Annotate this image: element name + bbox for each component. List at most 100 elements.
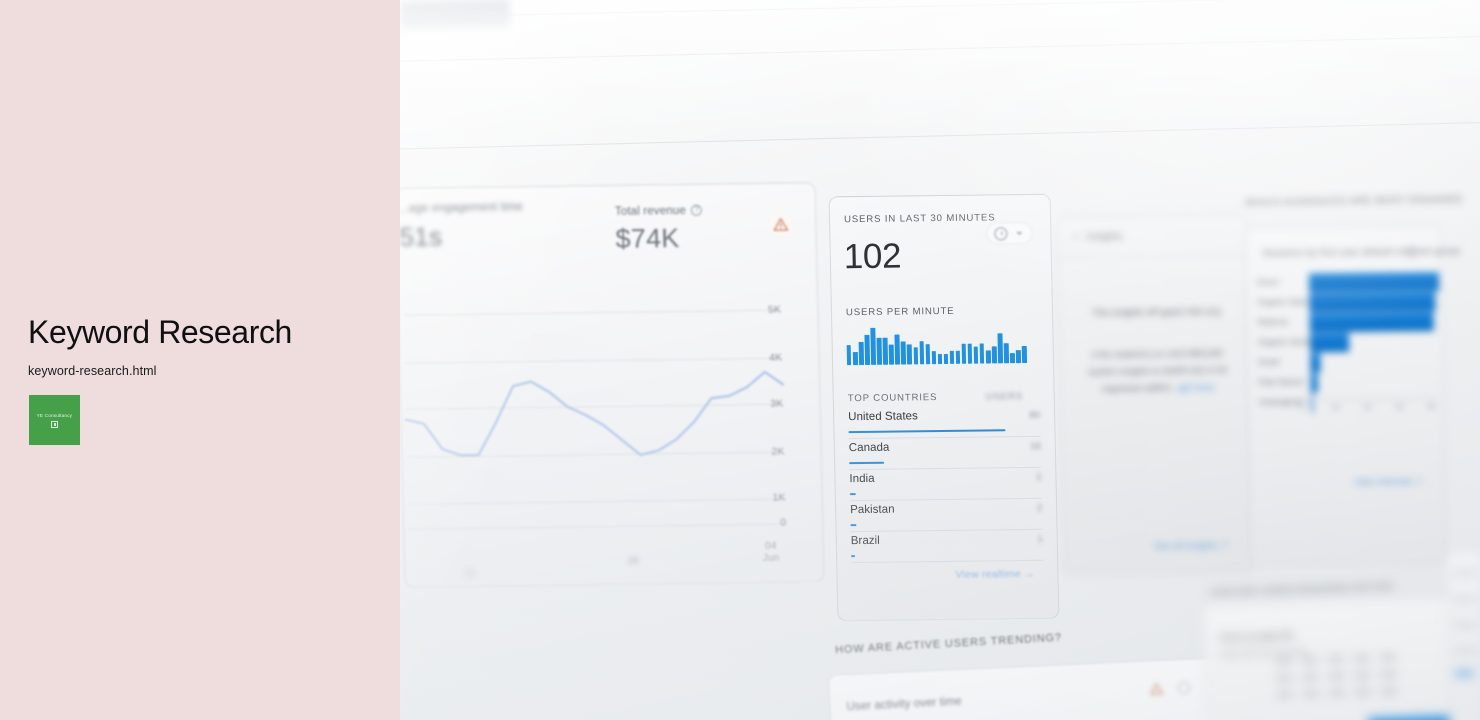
users-per-minute-bar: [919, 340, 925, 365]
users-per-minute-bar: [997, 333, 1003, 364]
users-per-minute-label: USERS PER MINUTE: [845, 305, 955, 319]
bar-chart-rows: Direct Organic Search Referral Organic Soci…: [1246, 226, 1440, 413]
insights-body: it the readmint j.io t.dn3 0801430 syste…: [1074, 345, 1241, 398]
country-bar: [849, 461, 884, 465]
x-tick-label: 40: [1363, 402, 1373, 412]
realtime-timeframe-control[interactable]: [986, 221, 1033, 245]
users-per-minute-bar: [985, 350, 991, 364]
grid-cell: [1327, 655, 1344, 663]
bar-chart-over-title: WHICH AUDIENCES ARE MOST ENGAGED: [1244, 194, 1463, 209]
grid-cell: [1276, 674, 1293, 682]
grid-cell: [1353, 655, 1370, 662]
realtime-users-card: USERS IN LAST 30 MINUTES 102 USERS PER M…: [828, 193, 1060, 622]
users-per-minute-bar: [907, 344, 913, 365]
country-row[interactable]: India 2: [849, 471, 1042, 504]
users-per-minute-bar: [979, 343, 985, 364]
users-per-minute-bar: [913, 347, 919, 365]
row-divider: [849, 497, 1042, 502]
channel-bar: [1310, 393, 1314, 413]
country-row[interactable]: Brazil 1: [851, 533, 1044, 566]
users-per-minute-bar: [961, 343, 967, 364]
channel-bar: [1310, 353, 1321, 373]
grid-cell: [1380, 671, 1397, 678]
channel-label: Direct: [1256, 277, 1280, 287]
insights-line-1: it the readmint j.io t.dn3 0801430: [1091, 348, 1223, 360]
grid-cell: [1354, 672, 1371, 679]
screen-glare-band: [400, 0, 1480, 150]
left-panel: Keyword Research keyword-research.html Y…: [0, 0, 400, 720]
grid-cell: [1276, 691, 1294, 698]
users-per-minute-bar: [846, 345, 852, 366]
users-per-minute-bar: [955, 350, 961, 364]
users-per-minute-bar: [870, 328, 876, 365]
country-name: India: [849, 472, 875, 486]
insights-header-label: Insights: [1086, 231, 1123, 243]
bottom-right-over-title: HOW ARE USERS ENGAGING ON SITE: [1209, 581, 1394, 599]
users-per-minute-bar: [937, 354, 943, 365]
revenue-line-chart: [404, 370, 785, 457]
clock-icon: [994, 227, 1008, 241]
users-per-minute-bar: [889, 344, 894, 365]
grid-cell: [1301, 656, 1318, 664]
users-per-minute-bar: [901, 341, 906, 365]
placeholder-accent: [1455, 670, 1474, 677]
country-bar: [851, 555, 855, 558]
insights-line-2: system insights to t4of09 222 t7:00: [1087, 365, 1228, 377]
see-all-insights-link[interactable]: See all insights ↗: [1154, 540, 1229, 552]
row-divider: [851, 559, 1044, 564]
grid-cell: [1302, 690, 1320, 698]
x-tick-label: 80: [1427, 402, 1437, 412]
channel-label: Paid Search: [1258, 377, 1305, 387]
placeholder-line: [1454, 596, 1477, 602]
country-users-value: 2: [1036, 471, 1042, 483]
info-icon[interactable]: [1406, 246, 1418, 258]
country-name: Canada: [848, 441, 890, 455]
country-row[interactable]: Pakistan 2: [850, 502, 1043, 535]
users-per-minute-bar: [973, 346, 979, 364]
grid-cell: [1302, 673, 1319, 681]
country-bar: [850, 524, 857, 527]
users-per-minute-bar: [925, 344, 931, 365]
users-per-minute-bar: [876, 338, 882, 365]
users-last-30-label: USERS IN LAST 30 MINUTES: [843, 212, 996, 226]
country-bar: [848, 429, 1006, 434]
country-name: Brazil: [850, 534, 880, 548]
users-per-minute-bar: [1022, 346, 1027, 364]
divider: [1058, 254, 1249, 259]
brand-logo-label: YE Consultancy: [36, 412, 73, 418]
grid-cell: [1328, 689, 1346, 697]
view-realtime-link[interactable]: View realtime →: [955, 568, 1034, 581]
users-per-minute-bar: [931, 350, 937, 365]
top-countries-header: TOP COUNTRIES: [847, 392, 938, 405]
channel-label: Unassigned: [1259, 397, 1304, 407]
user-activity-card: User activity over time: [827, 657, 1223, 720]
insights-card: ✧ Insights The insights off typed n3d coz…: [1056, 213, 1254, 577]
user-activity-title: User activity over time: [846, 695, 963, 714]
brand-logo[interactable]: YE Consultancy: [29, 395, 80, 445]
country-row[interactable]: United States 80: [848, 409, 1041, 442]
users-per-minute-bar: [943, 353, 949, 365]
chevron-down-icon: [1016, 232, 1023, 236]
insights-inline-link[interactable]: get more: [1179, 383, 1215, 393]
users-per-minute-bar: [858, 341, 864, 366]
views-by-page-subtitle: Views and users over time: [1219, 647, 1308, 659]
country-row[interactable]: Canada 16: [849, 440, 1042, 473]
bar-chart-title: Sessions by first user default channel g…: [1262, 245, 1461, 259]
users-per-minute-bar: [1016, 349, 1021, 364]
users-per-minute-bar: [864, 334, 870, 365]
screenshot-root: ...age engagement time 51s Total revenue…: [0, 0, 1480, 720]
warning-triangle-icon[interactable]: [1150, 683, 1164, 696]
users-per-minute-bar: [991, 346, 997, 364]
country-users-value: 16: [1030, 440, 1041, 452]
channel-label: Organic Search: [1257, 297, 1316, 307]
placeholder-line: [1455, 648, 1478, 654]
channel-bar: [1309, 332, 1350, 353]
x-tick-label: 20: [1331, 403, 1341, 413]
more-options-icon[interactable]: [1177, 681, 1191, 695]
grid-cell: [1379, 654, 1396, 661]
view-channels-link[interactable]: View channels ↗: [1354, 476, 1422, 488]
right-edge-partial-card: [1446, 549, 1480, 720]
channel-label: Email: [1258, 357, 1280, 367]
x-tick-label: 60: [1395, 402, 1405, 412]
channel-label: Referral: [1257, 317, 1288, 327]
